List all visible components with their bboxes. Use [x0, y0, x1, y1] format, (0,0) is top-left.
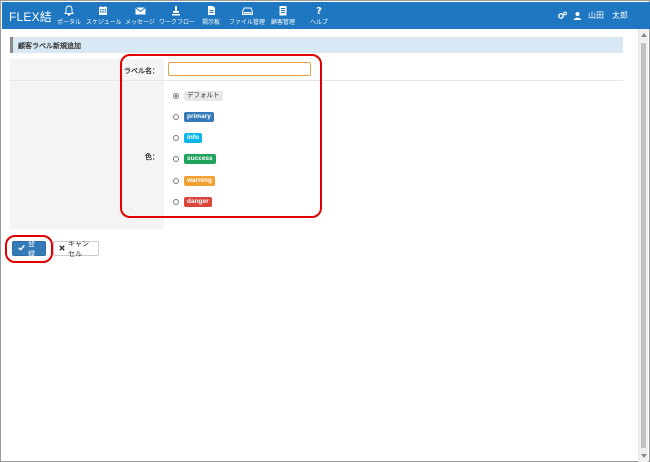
nav-portal[interactable]: ポータル — [57, 4, 81, 26]
label-name-caption: ラベル名： — [10, 59, 164, 80]
calendar-icon — [86, 5, 120, 19]
cancel-label: キャンセル — [68, 239, 89, 258]
label-name-input[interactable] — [168, 62, 311, 76]
color-option-danger[interactable]: danger — [173, 196, 212, 208]
user-icon — [573, 11, 582, 20]
scroll-up-arrow-icon[interactable] — [641, 33, 647, 37]
radio-success[interactable] — [173, 156, 179, 162]
nav-customer-label: 顧客管理 — [270, 19, 295, 26]
nav-message[interactable]: メッセージ — [125, 4, 155, 26]
question-icon: ? — [307, 5, 331, 19]
nav-schedule[interactable]: スケジュール — [86, 4, 122, 26]
browser-frame: FLEX結 ポータル スケジュール メッセージ ワークフロー 掲示板 ファイル管… — [0, 0, 650, 462]
color-caption: 色： — [10, 81, 164, 229]
nav-help-label: ヘルプ — [309, 19, 328, 26]
color-option-info[interactable]: info — [173, 132, 202, 144]
workflow-icon — [159, 5, 193, 19]
nav-customer[interactable]: 顧客管理 — [269, 4, 297, 26]
badge-success: success — [184, 154, 216, 164]
nav-workflow-label: ワークフロー — [159, 19, 196, 26]
submit-button[interactable]: 登録 — [12, 239, 46, 258]
scroll-down-arrow-icon[interactable] — [641, 454, 647, 458]
board-icon — [199, 5, 223, 19]
scroll-thumb[interactable] — [641, 43, 646, 448]
nav-help[interactable]: ? ヘルプ — [307, 4, 331, 26]
nav-board[interactable]: 掲示板 — [199, 4, 223, 26]
radio-primary[interactable] — [173, 114, 179, 120]
svg-text:?: ? — [316, 6, 322, 16]
close-icon — [59, 244, 65, 253]
badge-default: デフォルト — [184, 91, 223, 101]
nav-message-label: メッセージ — [125, 19, 155, 26]
vertical-scrollbar[interactable] — [638, 29, 648, 462]
badge-danger: danger — [184, 197, 212, 207]
radio-default[interactable] — [173, 93, 179, 99]
cancel-button[interactable]: キャンセル — [53, 239, 99, 258]
user-menu[interactable]: 山田 太郎 — [558, 10, 628, 21]
color-option-default[interactable]: デフォルト — [173, 90, 223, 102]
label-form: ラベル名： 色： デフォルト primary info success warn… — [10, 59, 623, 229]
color-row: 色： デフォルト primary info success warning da… — [10, 81, 623, 229]
top-navbar: FLEX結 ポータル スケジュール メッセージ ワークフロー 掲示板 ファイル管… — [2, 2, 650, 29]
badge-info: info — [184, 133, 202, 143]
radio-warning[interactable] — [173, 178, 179, 184]
radio-danger[interactable] — [173, 199, 179, 205]
nav-file[interactable]: ファイル管理 — [229, 4, 265, 26]
nav-file-label: ファイル管理 — [229, 19, 266, 26]
drive-icon — [229, 5, 265, 19]
badge-warning: warning — [184, 176, 215, 186]
color-option-primary[interactable]: primary — [173, 111, 214, 123]
nav-portal-label: ポータル — [57, 19, 82, 26]
radio-info[interactable] — [173, 135, 179, 141]
nav-workflow[interactable]: ワークフロー — [159, 4, 196, 26]
cogs-icon[interactable] — [558, 11, 567, 20]
color-option-warning[interactable]: warning — [173, 175, 215, 187]
nav-board-label: 掲示板 — [201, 19, 220, 26]
envelope-icon — [125, 5, 155, 19]
panel-title: 顧客ラベル新規追加 — [10, 37, 623, 53]
label-name-row: ラベル名： — [10, 59, 623, 81]
brand-logo[interactable]: FLEX結 — [9, 8, 52, 25]
user-name: 山田 太郎 — [588, 11, 628, 20]
color-option-success[interactable]: success — [173, 153, 216, 165]
check-icon — [18, 244, 25, 253]
bell-icon — [57, 5, 81, 19]
nav-schedule-label: スケジュール — [86, 19, 122, 26]
submit-label: 登録 — [28, 239, 35, 258]
badge-primary: primary — [184, 112, 214, 122]
customer-icon — [269, 5, 297, 19]
